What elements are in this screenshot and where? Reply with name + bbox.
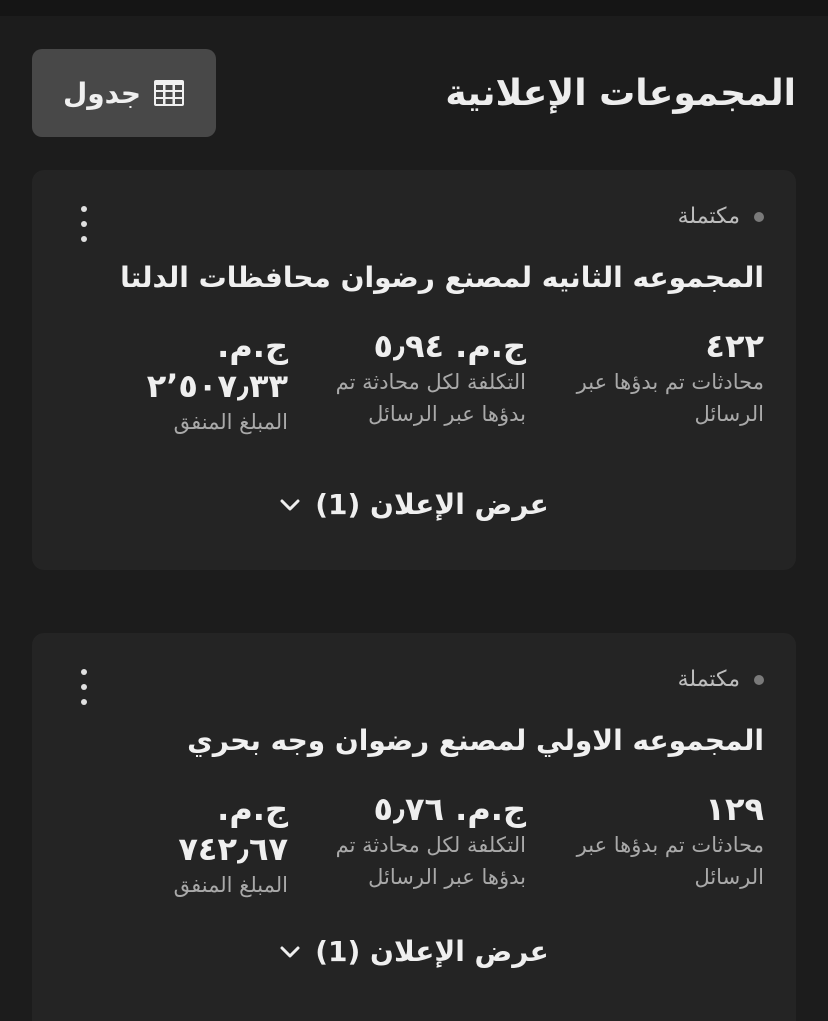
status-text: مكتملة xyxy=(677,204,740,229)
metric-amount-spent: ج.م. ٢٬٥٠٧٫٣٣ المبلغ المنفق xyxy=(118,326,288,438)
metric-value: ج.م. ٥٫٧٦ xyxy=(373,790,526,828)
header: جدول المجموعات الإعلانية xyxy=(0,16,828,166)
metric-value: ١٢٩ xyxy=(705,790,764,828)
chevron-down-icon xyxy=(280,946,300,957)
metric-value: ٤٢٢ xyxy=(705,327,764,365)
metric-caption: التكلفة لكل محادثة تم بدؤها عبر الرسائل xyxy=(335,833,526,889)
metric-cost-per-conversation: ج.م. ٥٫٩٤ التكلفة لكل محادثة تم بدؤها عب… xyxy=(296,326,526,430)
ad-group-name: المجموعه الاولي لمصنع رضوان وجه بحري xyxy=(187,724,764,757)
metric-caption: محادثات تم بدؤها عبر الرسائل xyxy=(576,370,764,426)
table-view-button[interactable]: جدول xyxy=(32,49,216,137)
metric-conversations: ٤٢٢ محادثات تم بدؤها عبر الرسائل xyxy=(554,326,764,430)
metric-caption: التكلفة لكل محادثة تم بدؤها عبر الرسائل xyxy=(335,370,526,426)
ad-group-card: مكتملة المجموعه الثانيه لمصنع رضوان محاف… xyxy=(32,170,796,570)
view-ads-label: عرض الإعلان (1) xyxy=(315,488,549,521)
metric-caption: المبلغ المنفق xyxy=(173,873,288,897)
metric-amount-spent: ج.م. ٧٤٢٫٦٧ المبلغ المنفق xyxy=(118,789,288,901)
ad-group-name: المجموعه الثانيه لمصنع رضوان محافظات الد… xyxy=(120,261,764,294)
grid-table-icon xyxy=(154,80,185,106)
metric-value: ج.م. ٥٫٩٤ xyxy=(373,327,526,365)
metric-value: ج.م. ٢٬٥٠٧٫٣٣ xyxy=(146,327,288,405)
view-ads-label: عرض الإعلان (1) xyxy=(315,935,549,968)
metric-conversations: ١٢٩ محادثات تم بدؤها عبر الرسائل xyxy=(554,789,764,893)
ad-group-card: مكتملة المجموعه الاولي لمصنع رضوان وجه ب… xyxy=(32,633,796,1021)
status-dot-icon xyxy=(754,211,764,222)
status-badge: مكتملة xyxy=(678,204,764,229)
top-bar xyxy=(0,0,828,16)
chevron-down-icon xyxy=(280,499,300,510)
metric-value: ج.م. ٧٤٢٫٦٧ xyxy=(178,790,288,868)
metric-caption: محادثات تم بدؤها عبر الرسائل xyxy=(576,833,764,889)
more-options-icon[interactable] xyxy=(76,206,92,242)
status-badge: مكتملة xyxy=(678,667,764,692)
metric-caption: المبلغ المنفق xyxy=(173,410,288,434)
page-title: المجموعات الإعلانية xyxy=(445,73,796,114)
more-options-icon[interactable] xyxy=(76,669,92,705)
status-dot-icon xyxy=(754,674,764,685)
view-ads-button[interactable]: عرض الإعلان (1) xyxy=(32,935,796,968)
status-text: مكتملة xyxy=(677,667,740,692)
table-button-label: جدول xyxy=(62,76,142,110)
metric-cost-per-conversation: ج.م. ٥٫٧٦ التكلفة لكل محادثة تم بدؤها عب… xyxy=(296,789,526,893)
view-ads-button[interactable]: عرض الإعلان (1) xyxy=(32,488,796,521)
